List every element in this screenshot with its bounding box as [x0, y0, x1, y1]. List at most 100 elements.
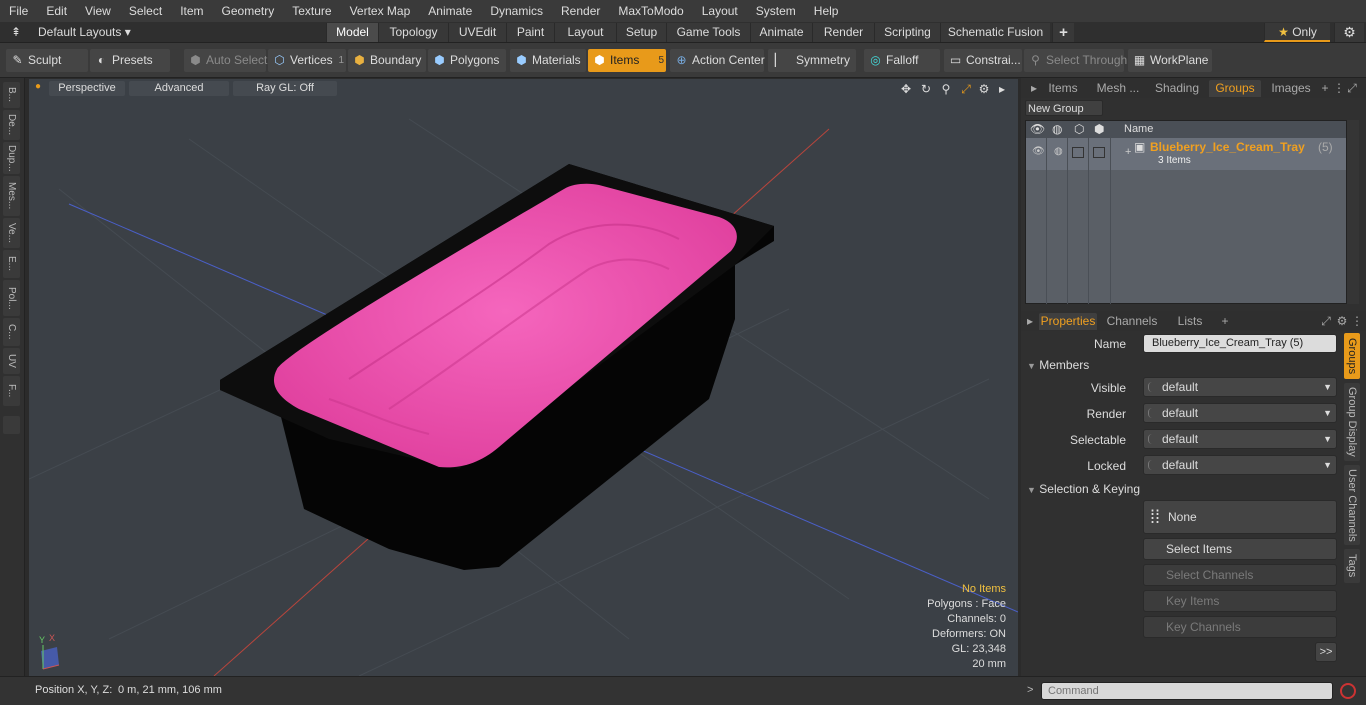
- left-tab-basic[interactable]: B...: [3, 82, 20, 108]
- menu-render[interactable]: Render: [552, 0, 609, 22]
- polygons-button[interactable]: ⬢ Polygons: [428, 49, 506, 72]
- left-tab-edge[interactable]: E...: [3, 250, 20, 278]
- tab-mesh[interactable]: Mesh ...: [1093, 80, 1143, 97]
- key-items-button[interactable]: Key Items: [1143, 590, 1337, 612]
- left-tab-collapse[interactable]: [3, 416, 20, 434]
- menu-system[interactable]: System: [747, 0, 805, 22]
- materials-button[interactable]: ⬢ Materials: [510, 49, 586, 72]
- falloff-button[interactable]: ◎ Falloff: [864, 49, 940, 72]
- vtab-user-channels[interactable]: User Channels: [1344, 465, 1360, 545]
- expand-icon[interactable]: ⤢: [1343, 80, 1361, 97]
- menu-edit[interactable]: Edit: [37, 0, 76, 22]
- play-icon[interactable]: ▸: [995, 82, 1009, 96]
- boundary-button[interactable]: ⬢ Boundary: [348, 49, 426, 72]
- select-icon[interactable]: ⬡: [1074, 122, 1084, 136]
- sculpt-button[interactable]: ✎ Sculpt: [6, 49, 88, 72]
- perspective-button[interactable]: Perspective: [49, 81, 125, 96]
- tab-properties[interactable]: Properties: [1039, 313, 1097, 330]
- rotate-icon[interactable]: ↻: [919, 82, 933, 96]
- left-tab-curve[interactable]: C...: [3, 318, 20, 346]
- add-tab-icon[interactable]: +: [1319, 80, 1331, 97]
- tab-setup[interactable]: Setup: [616, 23, 666, 42]
- tab-uvedit[interactable]: UVEdit: [448, 23, 506, 42]
- lock-toggle[interactable]: [1093, 147, 1105, 158]
- vtab-tags[interactable]: Tags: [1344, 549, 1360, 583]
- left-tab-vertex[interactable]: Ve...: [3, 218, 20, 248]
- constraints-button[interactable]: ▭ Constrai...: [944, 49, 1022, 72]
- visible-toggle-icon[interactable]: 👁: [1032, 146, 1045, 157]
- menu-help[interactable]: Help: [805, 0, 848, 22]
- expand-icon[interactable]: ⤢: [1319, 313, 1333, 330]
- panel-gear-icon[interactable]: ⚙: [1335, 313, 1349, 330]
- 3d-viewport[interactable]: Y X ● Perspective Advanced Ray GL: Off ✥…: [29, 79, 1018, 676]
- left-tab-deform[interactable]: De...: [3, 110, 20, 140]
- panel-grip-icon[interactable]: ▸: [1029, 80, 1039, 97]
- record-icon[interactable]: [1340, 683, 1356, 699]
- tab-items[interactable]: Items: [1045, 80, 1081, 97]
- advanced-button[interactable]: Advanced: [129, 81, 229, 96]
- action-center-button[interactable]: ⊕ Action Center: [670, 49, 765, 72]
- menu-layout[interactable]: Layout: [693, 0, 747, 22]
- tab-model[interactable]: Model: [326, 23, 378, 42]
- tab-paint[interactable]: Paint: [506, 23, 554, 42]
- render-dropdown[interactable]: default ▼: [1143, 403, 1337, 423]
- menu-maxtomodo[interactable]: MaxToModo: [609, 0, 692, 22]
- workplane-button[interactable]: ▦ WorkPlane: [1128, 49, 1212, 72]
- lock-icon[interactable]: ⬢: [1094, 122, 1104, 136]
- add-tab-icon[interactable]: +: [1219, 313, 1231, 330]
- select-toggle[interactable]: [1072, 147, 1084, 158]
- visible-dropdown[interactable]: default ▼: [1143, 377, 1337, 397]
- menu-select[interactable]: Select: [120, 0, 171, 22]
- panel-grip-icon[interactable]: ▸: [1025, 313, 1035, 330]
- zoom-icon[interactable]: ⚲: [939, 82, 953, 96]
- tab-topology[interactable]: Topology: [378, 23, 448, 42]
- gear-icon[interactable]: ⚙: [1334, 23, 1364, 42]
- render-toggle-icon[interactable]: ◍: [1054, 146, 1063, 157]
- left-tab-mesh[interactable]: Mes...: [3, 176, 20, 216]
- tab-groups[interactable]: Groups: [1209, 80, 1261, 97]
- tab-channels[interactable]: Channels: [1105, 313, 1159, 330]
- none-button[interactable]: ⁞⁞ None: [1143, 500, 1337, 534]
- locked-dropdown[interactable]: default ▼: [1143, 455, 1337, 475]
- panel-menu-icon[interactable]: ⋮: [1333, 80, 1345, 97]
- only-toggle[interactable]: ★ Only: [1264, 23, 1330, 42]
- scene-canvas[interactable]: Y X: [29, 79, 1018, 676]
- menu-animate[interactable]: Animate: [419, 0, 481, 22]
- collapse-icon[interactable]: ⇞: [8, 22, 24, 42]
- panel-menu-icon[interactable]: ⋮: [1351, 313, 1363, 330]
- tab-schematic-fusion[interactable]: Schematic Fusion: [940, 23, 1050, 42]
- command-input[interactable]: [1041, 682, 1333, 700]
- left-tab-fusion[interactable]: F...: [3, 376, 20, 406]
- render-icon[interactable]: ◍: [1052, 122, 1062, 136]
- symmetry-button[interactable]: ▏ Symmetry: [768, 49, 856, 72]
- column-name[interactable]: Name: [1124, 123, 1153, 135]
- tab-game-tools[interactable]: Game Tools: [666, 23, 750, 42]
- tab-scripting[interactable]: Scripting: [874, 23, 940, 42]
- raygl-button[interactable]: Ray GL: Off: [233, 81, 337, 96]
- tab-render[interactable]: Render: [812, 23, 874, 42]
- menu-dynamics[interactable]: Dynamics: [481, 0, 552, 22]
- tab-layout[interactable]: Layout: [554, 23, 616, 42]
- vtab-group-display[interactable]: Group Display: [1344, 383, 1360, 461]
- members-section[interactable]: ▼ Members: [1027, 358, 1089, 372]
- items-button[interactable]: ⬢ Items 5: [588, 49, 666, 72]
- selectable-dropdown[interactable]: default ▼: [1143, 429, 1337, 449]
- move-icon[interactable]: ✥: [899, 82, 913, 96]
- menu-geometry[interactable]: Geometry: [213, 0, 284, 22]
- viewport-dot-icon[interactable]: ●: [35, 81, 41, 92]
- select-items-button[interactable]: Select Items: [1143, 538, 1337, 560]
- tab-lists[interactable]: Lists: [1167, 313, 1213, 330]
- more-button[interactable]: >>: [1315, 642, 1337, 662]
- vtab-groups[interactable]: Groups: [1344, 333, 1360, 379]
- select-channels-button[interactable]: Select Channels: [1143, 564, 1337, 586]
- tab-images[interactable]: Images: [1267, 80, 1315, 97]
- tab-animate[interactable]: Animate: [750, 23, 812, 42]
- viewport-gear-icon[interactable]: ⚙: [977, 82, 991, 96]
- select-through-button[interactable]: ⚲ Select Through: [1024, 49, 1127, 72]
- name-field[interactable]: Blueberry_Ice_Cream_Tray (5): [1143, 334, 1337, 353]
- groups-scrollbar[interactable]: [1347, 120, 1359, 304]
- presets-button[interactable]: ◐ Presets: [90, 49, 170, 72]
- add-tab-icon[interactable]: +: [1052, 23, 1074, 42]
- menu-vertex-map[interactable]: Vertex Map: [341, 0, 420, 22]
- vertices-button[interactable]: ⬡ Vertices 1: [268, 49, 346, 72]
